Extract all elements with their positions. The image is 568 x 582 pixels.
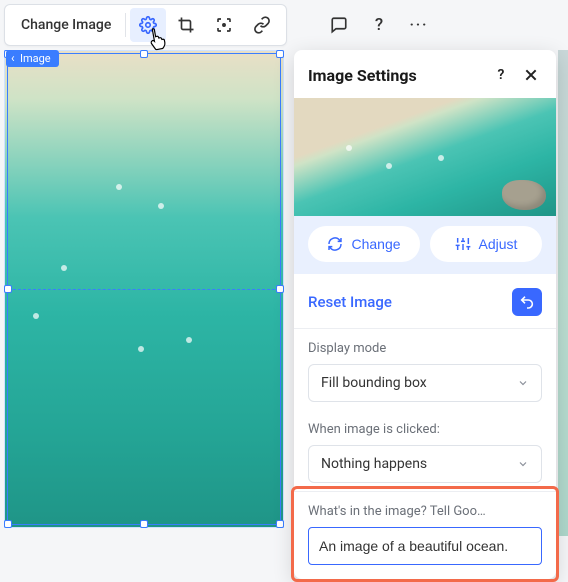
panel-header: Image Settings ?: [294, 50, 556, 98]
chevron-down-icon: [517, 377, 529, 389]
help-icon: ?: [375, 15, 383, 35]
resize-handle[interactable]: [276, 520, 284, 528]
refresh-icon: [327, 236, 343, 252]
click-action-value: Nothing happens: [321, 456, 427, 472]
element-tag[interactable]: Image: [6, 50, 59, 67]
background-strip: [558, 50, 568, 536]
click-action-label: When image is clicked:: [308, 422, 542, 437]
crop-icon: [177, 16, 195, 34]
resize-handle[interactable]: [140, 50, 148, 58]
image-toolbar: Change Image: [4, 4, 287, 46]
preview-image: [294, 98, 556, 216]
image-settings-panel: Image Settings ? Change Adjust Reset Im: [294, 50, 556, 579]
resize-handle[interactable]: [4, 285, 12, 293]
comment-icon: [330, 16, 348, 34]
image-canvas[interactable]: [4, 50, 284, 528]
help-button[interactable]: ?: [362, 8, 396, 42]
comment-button[interactable]: [322, 8, 356, 42]
display-mode-value: Fill bounding box: [321, 375, 427, 391]
resize-handle[interactable]: [276, 50, 284, 58]
more-button[interactable]: ···: [402, 8, 436, 42]
resize-handle[interactable]: [4, 520, 12, 528]
click-action-select[interactable]: Nothing happens: [308, 445, 542, 483]
click-action-section: When image is clicked: Nothing happens: [294, 410, 556, 491]
preview-block: Change Adjust: [294, 98, 556, 274]
link-button[interactable]: [244, 8, 280, 42]
panel-title: Image Settings: [308, 66, 482, 85]
focal-point-icon: [215, 16, 233, 34]
change-button-label: Change: [351, 236, 400, 252]
undo-icon: [519, 294, 535, 310]
link-icon: [253, 16, 271, 34]
selection-outline: [7, 53, 281, 525]
alt-text-input[interactable]: [308, 527, 542, 565]
help-icon: ?: [498, 67, 505, 83]
change-image-button[interactable]: Change Image: [11, 11, 121, 39]
close-icon: [523, 67, 539, 83]
more-icon: ···: [410, 17, 429, 33]
adjust-button-label: Adjust: [479, 236, 518, 252]
undo-button[interactable]: [512, 288, 542, 316]
change-button[interactable]: Change: [308, 226, 420, 262]
gear-icon: [139, 16, 157, 34]
resize-handle[interactable]: [276, 285, 284, 293]
display-mode-select[interactable]: Fill bounding box: [308, 364, 542, 402]
reset-row: Reset Image: [294, 274, 556, 328]
display-mode-label: Display mode: [308, 341, 542, 356]
panel-help-button[interactable]: ?: [490, 64, 512, 86]
reset-image-button[interactable]: Reset Image: [308, 293, 512, 311]
separator: [125, 13, 126, 37]
alt-text-label: What's in the image? Tell Goo…: [308, 504, 542, 519]
settings-button[interactable]: [130, 8, 166, 42]
chevron-down-icon: [517, 458, 529, 470]
secondary-toolbar: ? ···: [316, 4, 442, 46]
adjust-button[interactable]: Adjust: [430, 226, 542, 262]
crop-button[interactable]: [168, 8, 204, 42]
sliders-icon: [455, 236, 471, 252]
focal-point-button[interactable]: [206, 8, 242, 42]
resize-handle[interactable]: [140, 520, 148, 528]
display-mode-section: Display mode Fill bounding box: [294, 329, 556, 410]
panel-close-button[interactable]: [520, 64, 542, 86]
